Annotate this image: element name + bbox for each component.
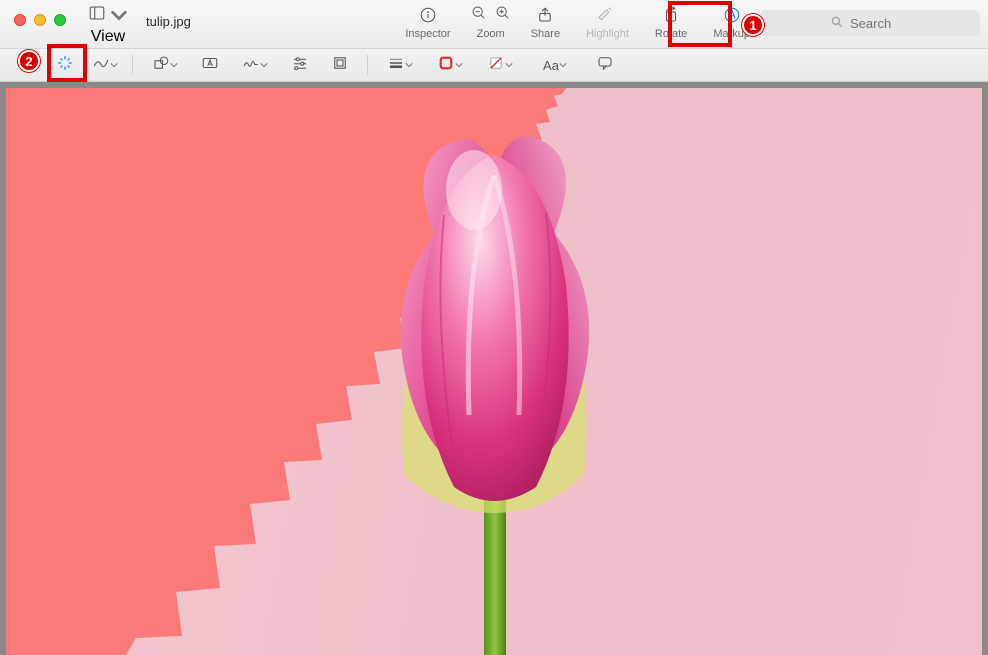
fullscreen-window-button[interactable]: [54, 14, 66, 26]
separator: [367, 55, 368, 75]
highlight-icon: [596, 4, 614, 27]
separator: [132, 55, 133, 75]
chevron-down-icon: [405, 61, 413, 69]
annotation-badge-1: 1: [742, 14, 764, 36]
image-canvas[interactable]: [6, 88, 982, 655]
chevron-down-icon: [505, 61, 513, 69]
crop-tool[interactable]: [323, 52, 357, 78]
close-window-button[interactable]: [14, 14, 26, 26]
speech-bubble-icon: [596, 54, 614, 77]
text-tool[interactable]: [193, 52, 227, 78]
sign-tool[interactable]: [233, 52, 277, 78]
border-color-tool[interactable]: [428, 52, 472, 78]
adjust-color-tool[interactable]: [283, 52, 317, 78]
chevron-down-icon: [260, 61, 268, 69]
inspector-label: Inspector: [405, 28, 450, 40]
view-label: View: [91, 28, 125, 46]
line-weight-icon: [387, 54, 405, 77]
tulip-image: [284, 115, 704, 655]
text-box-icon: [201, 54, 219, 77]
chevron-down-icon: [170, 61, 178, 69]
sliders-icon: [291, 54, 309, 77]
window-controls: [14, 14, 66, 26]
annotation-box-2: [47, 44, 87, 82]
search-field[interactable]: [760, 10, 980, 36]
line-style-tool[interactable]: [378, 52, 422, 78]
border-swatch-icon: [437, 54, 455, 77]
canvas-frame: [0, 82, 988, 655]
zoom-out-icon[interactable]: [471, 5, 487, 26]
highlight-button: Highlight: [586, 4, 629, 48]
zoom-controls[interactable]: Zoom: [477, 4, 505, 48]
share-label: Share: [531, 28, 560, 40]
chevron-down-icon: [110, 6, 128, 24]
zoom-in-icon[interactable]: [495, 5, 511, 26]
chevron-down-icon: [110, 61, 118, 69]
shapes-icon: [152, 54, 170, 77]
annotate-tool[interactable]: [588, 52, 622, 78]
annotation-badge-2: 2: [18, 50, 40, 72]
annotation-box-1: [668, 1, 732, 47]
chevron-down-icon: [455, 61, 463, 69]
titlebar: View tulip.jpg Inspector Zoom Share: [0, 0, 988, 48]
search-icon: [830, 15, 844, 32]
markup-toolbar: Aa: [0, 48, 988, 82]
fill-color-tool[interactable]: [478, 52, 522, 78]
text-style-label: Aa: [543, 58, 559, 73]
shapes-tool[interactable]: [143, 52, 187, 78]
fill-swatch-icon: [487, 54, 505, 77]
share-icon: [534, 4, 556, 26]
sketch-tool[interactable]: [88, 52, 122, 78]
highlight-label: Highlight: [586, 28, 629, 40]
search-input[interactable]: [850, 16, 910, 31]
info-icon: [417, 4, 439, 26]
zoom-label: Zoom: [477, 28, 505, 40]
document-title: tulip.jpg: [146, 14, 191, 29]
sketch-icon: [92, 54, 110, 77]
minimize-window-button[interactable]: [34, 14, 46, 26]
view-menu[interactable]: View: [88, 4, 128, 46]
share-button[interactable]: Share: [531, 4, 560, 48]
crop-icon: [331, 54, 349, 77]
chevron-down-icon: [559, 61, 567, 69]
signature-icon: [242, 54, 260, 77]
text-style-tool[interactable]: Aa: [528, 52, 582, 78]
inspector-button[interactable]: Inspector: [405, 4, 450, 48]
sidebar-icon: [88, 4, 106, 27]
